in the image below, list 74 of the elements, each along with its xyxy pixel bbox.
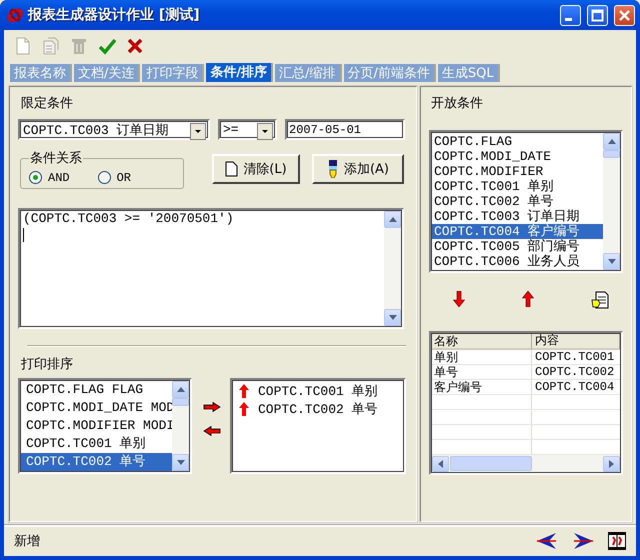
horizontal-scrollbar[interactable] xyxy=(432,455,620,472)
vertical-scrollbar[interactable] xyxy=(603,133,620,270)
status-text: 新增 xyxy=(14,533,41,550)
section-title: 限定条件 xyxy=(21,95,74,112)
group-title: 条件关系 xyxy=(29,150,83,167)
radio-button[interactable] xyxy=(29,171,42,184)
list-item[interactable]: COPTC.TC001 单别 xyxy=(258,384,378,398)
list-item[interactable]: COPTC.TC002 单号 xyxy=(258,402,378,416)
radio-label[interactable]: AND xyxy=(48,170,70,184)
list-item[interactable]: COPTC.TC006 业务人员 xyxy=(432,254,604,269)
column-header[interactable]: 名称 xyxy=(431,333,532,349)
list-item[interactable]: COPTC.TC001 单别 xyxy=(432,179,604,194)
scroll-left-arrow-icon[interactable] xyxy=(438,460,443,468)
table-cell-text: COPTC.TC004 xyxy=(534,380,616,394)
table-cell: 单号 xyxy=(431,365,532,379)
scroll-down-arrow-icon[interactable] xyxy=(608,259,616,264)
window-title: 报表生成器设计作业 [测试] xyxy=(28,6,201,24)
table-cell-text: COPTC.TC002 xyxy=(534,365,616,379)
list-item[interactable]: COPTC.MODI_DATE xyxy=(432,149,604,164)
list-item[interactable]: COPTC.FLAG xyxy=(432,134,604,149)
operator-dropdown[interactable]: >= xyxy=(218,119,277,140)
document-icon xyxy=(225,161,238,177)
list-item[interactable]: COPTC.MODIFIER xyxy=(432,164,604,179)
app-logo-icon xyxy=(6,6,24,24)
scroll-up-arrow-icon[interactable] xyxy=(608,139,616,144)
document-hand-icon[interactable] xyxy=(591,291,609,309)
brush-icon xyxy=(326,160,339,178)
up-arrow-icon[interactable] xyxy=(522,291,534,307)
expression-field[interactable]: (COPTC.TC003 >= '20070501') xyxy=(18,208,404,329)
table-cell: 单别 xyxy=(431,350,532,364)
table-cell: 客户编号 xyxy=(431,380,532,394)
list-item[interactable]: COPTC.TC001 单别 xyxy=(20,435,174,453)
section-title: 打印排序 xyxy=(21,356,74,373)
clear-button[interactable]: 清除(L) xyxy=(212,154,300,184)
minimize-button[interactable] xyxy=(560,4,581,26)
maximize-button[interactable] xyxy=(587,4,608,26)
tab[interactable]: 条件/排序 xyxy=(206,63,274,82)
section-title: 开放条件 xyxy=(431,95,484,112)
list-item[interactable]: COPTC.MODIFIER MODI xyxy=(20,417,174,435)
scroll-up-arrow-icon[interactable] xyxy=(176,387,184,392)
close-icon xyxy=(618,8,631,22)
value-field[interactable]: 2007-05-01 xyxy=(285,119,405,140)
film-strip-icon[interactable] xyxy=(608,532,626,550)
checkmark-icon[interactable] xyxy=(98,37,116,55)
list-item[interactable]: COPTC.TC002 单号 xyxy=(432,194,604,209)
move-right-arrow-icon[interactable] xyxy=(203,402,221,412)
maximize-icon xyxy=(591,8,604,22)
scroll-up-arrow-icon[interactable] xyxy=(388,217,396,222)
radio-button[interactable] xyxy=(98,171,111,184)
list-item[interactable]: COPTC.TC002 单号 xyxy=(20,453,174,471)
add-button[interactable]: 添加(A) xyxy=(312,154,404,184)
scroll-down-arrow-icon[interactable] xyxy=(388,315,396,320)
column-header[interactable]: 内容 xyxy=(532,333,620,349)
list-item[interactable]: COPTC.TC003 订单日期 xyxy=(432,209,604,224)
list-item[interactable]: COPTC.TC004 客户编号 xyxy=(432,224,604,239)
vertical-scrollbar[interactable] xyxy=(172,381,189,471)
list-item[interactable]: COPTC.FLAG FLAG xyxy=(20,381,174,399)
vertical-scrollbar[interactable] xyxy=(384,211,401,326)
radio-label[interactable]: OR xyxy=(116,170,132,184)
scroll-thumb[interactable] xyxy=(172,398,189,406)
scroll-thumb[interactable] xyxy=(603,150,620,158)
down-arrow-icon[interactable] xyxy=(453,291,465,307)
scroll-thumb[interactable] xyxy=(450,456,532,471)
minimize-icon xyxy=(565,18,572,20)
move-left-arrow-icon[interactable] xyxy=(203,426,221,436)
scroll-down-arrow-icon[interactable] xyxy=(176,460,184,465)
scroll-right-arrow-icon[interactable] xyxy=(609,460,614,468)
next-arrow-icon[interactable] xyxy=(572,533,594,549)
table-cell-text: COPTC.TC001 xyxy=(534,350,616,364)
cross-icon[interactable] xyxy=(126,37,144,55)
previous-arrow-icon[interactable] xyxy=(536,533,558,549)
field-dropdown[interactable]: COPTC.TC003 订单日期 xyxy=(18,119,210,140)
close-button[interactable] xyxy=(614,4,635,26)
list-item[interactable]: COPTC.TC005 部门编号 xyxy=(432,239,604,254)
